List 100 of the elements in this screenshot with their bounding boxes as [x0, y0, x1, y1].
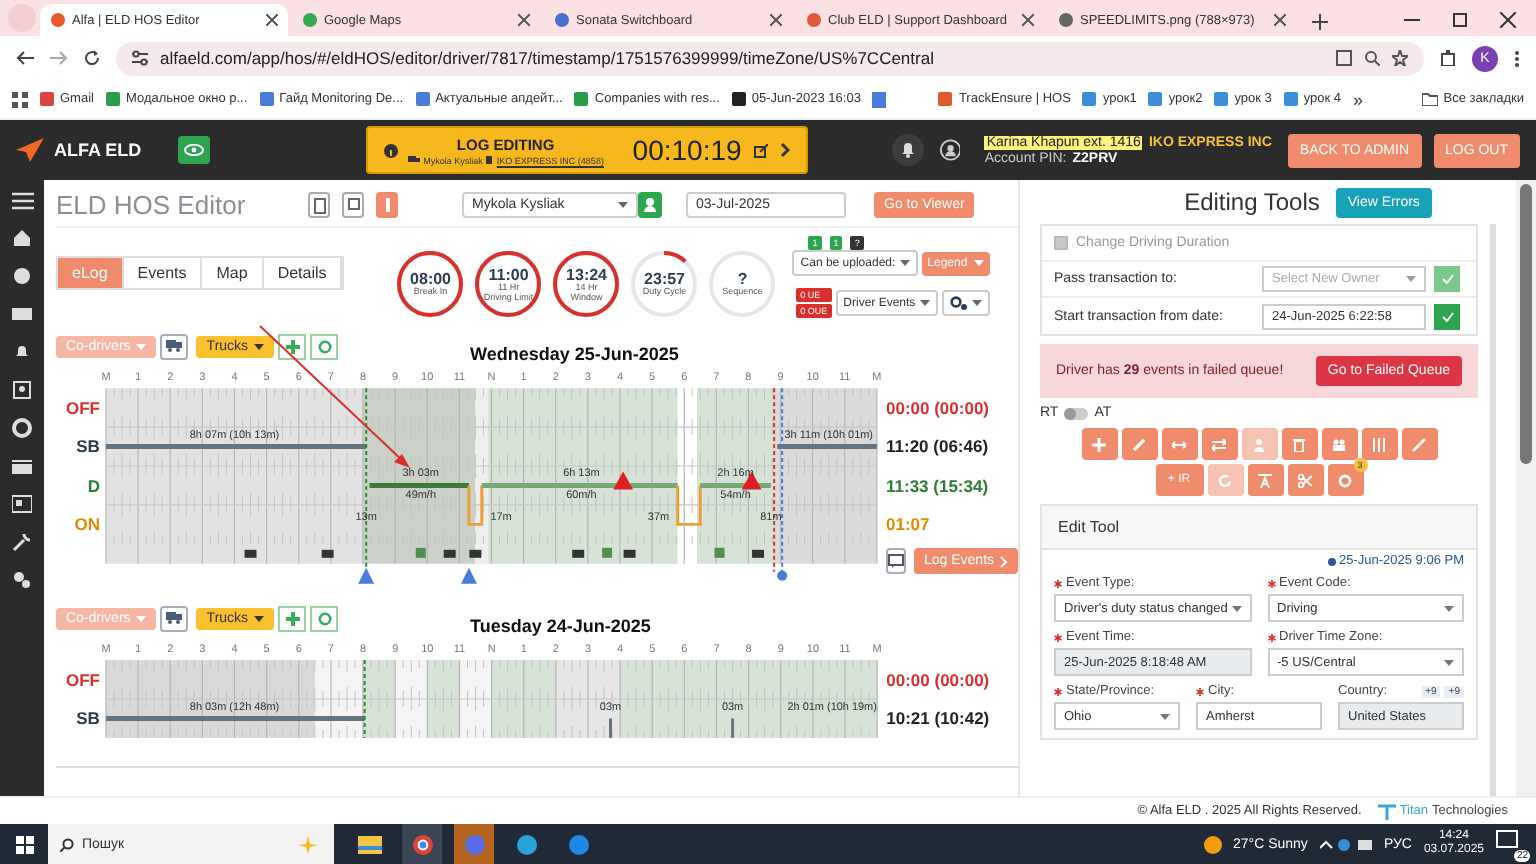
duty-line[interactable]: [105, 444, 367, 450]
page-icon: [554, 12, 570, 28]
confirm-button[interactable]: [1434, 303, 1460, 329]
progress-ring: [630, 250, 699, 318]
zoom-icon[interactable]: [1364, 50, 1380, 66]
add-button[interactable]: [278, 605, 307, 631]
close-icon[interactable]: [518, 14, 530, 26]
windows-icon[interactable]: [15, 835, 33, 853]
browser-icon[interactable]: [402, 824, 442, 864]
settings-dropdown[interactable]: [941, 290, 990, 316]
check-icon: [1441, 311, 1453, 321]
target-icon[interactable]: [12, 418, 32, 438]
checkbox[interactable]: [1054, 236, 1068, 250]
search-icon: [60, 837, 74, 851]
duty-line[interactable]: [105, 715, 365, 721]
pencil-icon: [1132, 437, 1146, 451]
check-icon: [1441, 274, 1453, 284]
caret-icon: [1406, 276, 1416, 282]
wrench-icon[interactable]: [12, 532, 32, 552]
apps-icon[interactable]: [12, 91, 28, 107]
truck-button[interactable]: [160, 605, 189, 631]
close-icon[interactable]: [1022, 14, 1034, 26]
duty-line[interactable]: [700, 482, 771, 488]
edit-icon[interactable]: [753, 143, 768, 157]
tray-icons[interactable]: [1319, 837, 1372, 851]
bookmark-icon: [415, 92, 430, 106]
duty-line[interactable]: [369, 482, 469, 488]
marker-line: [363, 659, 366, 738]
circle-icon: [1338, 473, 1352, 487]
page-title: ELD HOS Editor: [56, 190, 248, 220]
horizontal-arrows-icon: [1172, 437, 1186, 451]
address-bar[interactable]: alfaeld.com/app/hos/#/eldHOS/editor/driver/7817/timestamp/1751576399999/timeZone/US%7CCentral: [116, 41, 1424, 75]
sparkle-icon: [294, 835, 322, 853]
close-icon[interactable]: [266, 14, 278, 26]
star-icon[interactable]: [1392, 50, 1408, 66]
site-settings-icon: [132, 50, 148, 66]
scrollbar-thumb[interactable]: [1520, 184, 1532, 464]
page-icon: [302, 12, 318, 28]
pin-marker-icon[interactable]: [777, 570, 788, 581]
home-icon[interactable]: [12, 228, 32, 248]
plus-icon[interactable]: [1312, 14, 1328, 30]
refresh-button[interactable]: [310, 605, 339, 631]
eye-button[interactable]: [178, 136, 211, 164]
menu-icon[interactable]: [11, 192, 33, 210]
caret-icon: [254, 343, 265, 349]
duty-line[interactable]: [777, 444, 877, 450]
pin-marker-icon[interactable]: [358, 567, 375, 584]
status-total: 00:00 (00:00): [886, 395, 992, 422]
chevron-icon: [1000, 555, 1009, 567]
users-icon[interactable]: [939, 138, 961, 162]
caret-icon: [136, 615, 147, 621]
status-label: SB: [74, 706, 100, 733]
status-label: D: [85, 473, 100, 500]
more-bookmarks-button[interactable]: »: [1353, 89, 1364, 109]
mode-toggle[interactable]: [1064, 407, 1089, 419]
restore-icon[interactable]: [1452, 12, 1468, 28]
id-card-icon[interactable]: [12, 494, 32, 514]
extensions-icon[interactable]: [1440, 50, 1456, 66]
plus-icon: [285, 611, 300, 625]
caret-icon: [973, 260, 984, 266]
caret-icon: [618, 202, 628, 208]
notification-icon[interactable]: [1496, 830, 1518, 850]
card-title: Edit Tool: [1042, 506, 1476, 550]
progress-ring: [708, 250, 777, 318]
chevron-icon[interactable]: [779, 142, 790, 158]
reload-icon[interactable]: [84, 50, 100, 66]
panel-title: Editing Tools: [1184, 188, 1320, 216]
card-icon[interactable]: [12, 456, 32, 476]
caret-icon: [136, 343, 147, 349]
scissors-icon: [1298, 473, 1312, 487]
caret-icon: [899, 260, 910, 266]
close-icon[interactable]: [770, 14, 782, 26]
gears-icon[interactable]: [12, 570, 32, 590]
add-button[interactable]: [278, 333, 307, 359]
bookmark-icon: [1148, 92, 1163, 106]
bell-icon[interactable]: [891, 134, 924, 166]
bookmark-icon[interactable]: [872, 91, 887, 107]
swap-icon: [1212, 437, 1226, 451]
duty-line[interactable]: [481, 482, 678, 488]
close-icon[interactable]: [1274, 14, 1286, 26]
note-button[interactable]: [342, 192, 364, 218]
close-icon[interactable]: [1500, 12, 1516, 28]
progress-ring: [474, 250, 543, 318]
user-icon: [644, 198, 656, 212]
log-date: Tuesday 24-Jun-2025: [470, 616, 651, 636]
bell-icon[interactable]: [12, 342, 32, 362]
back-icon[interactable]: [16, 50, 34, 66]
warning-icon[interactable]: [613, 471, 634, 490]
comment-button[interactable]: [886, 548, 906, 574]
truck-button[interactable]: [160, 333, 189, 359]
refresh-icon: [317, 611, 332, 625]
driver-profile-button[interactable]: [638, 192, 662, 218]
refresh-button[interactable]: [310, 333, 339, 359]
duty-line[interactable]: [608, 718, 612, 738]
contact-icon[interactable]: [12, 380, 32, 400]
document-button[interactable]: [308, 192, 330, 218]
caret-icon: [254, 615, 265, 621]
translate-icon[interactable]: [1336, 50, 1352, 66]
menu-icon[interactable]: [1514, 49, 1520, 67]
status-total: 00:00 (00:00): [886, 667, 992, 694]
